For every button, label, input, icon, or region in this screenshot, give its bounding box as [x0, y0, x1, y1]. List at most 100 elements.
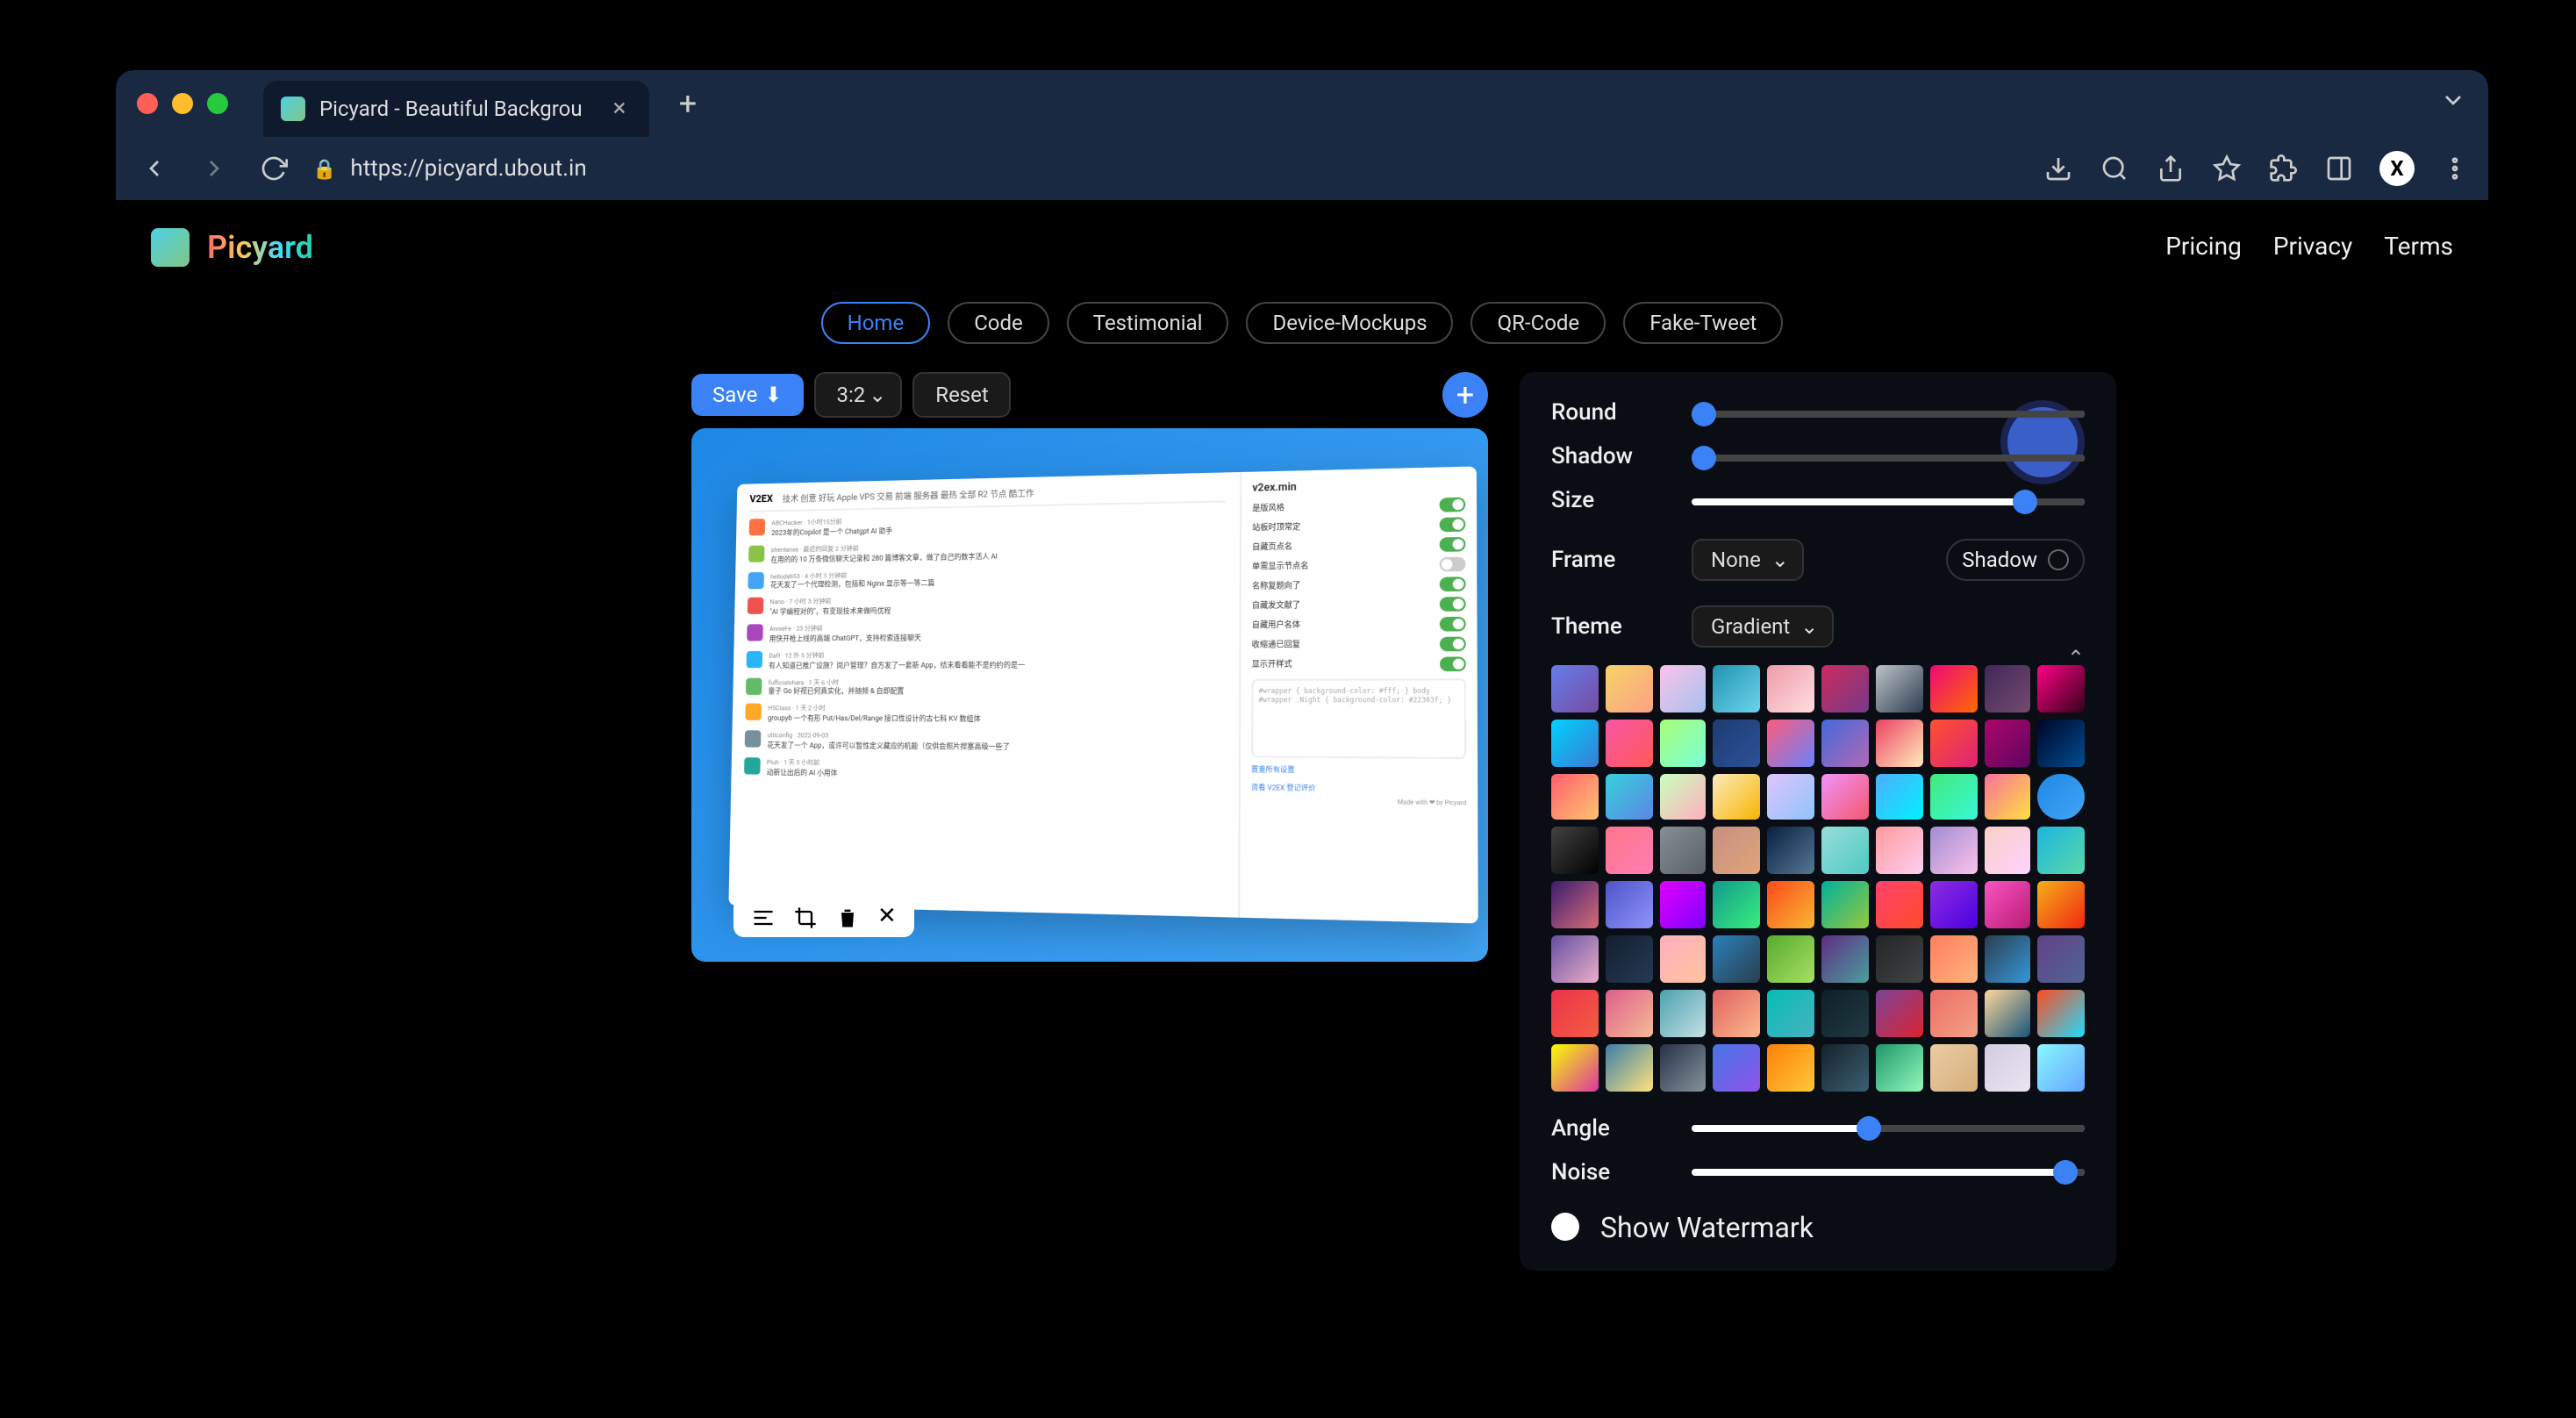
angle-slider[interactable] [1692, 1125, 2085, 1132]
nav-pill-home[interactable]: Home [821, 302, 931, 344]
gradient-swatch[interactable] [1768, 827, 1815, 875]
gradient-swatch[interactable] [1876, 720, 1923, 767]
gradient-swatch[interactable] [2038, 1043, 2086, 1091]
gradient-swatch[interactable] [1714, 882, 1761, 929]
save-button[interactable]: Save ⬇ [691, 374, 803, 416]
browser-tab[interactable]: Picyard - Beautiful Backgrou × [263, 81, 649, 137]
gradient-swatch[interactable] [1659, 935, 1707, 983]
gradient-swatch[interactable] [1929, 665, 1977, 713]
gradient-swatch[interactable] [1876, 882, 1923, 929]
gradient-swatch[interactable] [1984, 827, 2031, 875]
reload-button[interactable] [253, 147, 295, 190]
gradient-swatch[interactable] [1606, 827, 1653, 875]
sidepanel-icon[interactable] [2323, 153, 2355, 184]
gradient-swatch[interactable] [1659, 665, 1707, 713]
gradient-swatch[interactable] [1768, 773, 1815, 820]
gradient-swatch[interactable] [1821, 1043, 1869, 1091]
header-link-privacy[interactable]: Privacy [2273, 233, 2352, 261]
gradient-swatch[interactable] [1768, 990, 1815, 1037]
minimize-window-button[interactable] [172, 93, 193, 114]
gradient-swatch[interactable] [1876, 990, 1923, 1037]
gradient-swatch[interactable] [1551, 773, 1599, 820]
gradient-swatch[interactable] [1984, 720, 2031, 767]
gradient-swatch[interactable] [1821, 827, 1869, 875]
round-slider[interactable] [1692, 410, 2085, 417]
tab-close-button[interactable]: × [607, 97, 632, 121]
gradient-swatch[interactable] [1551, 827, 1599, 875]
gradient-swatch[interactable] [1876, 665, 1923, 713]
share-icon[interactable] [2155, 153, 2186, 184]
gradient-swatch[interactable] [1876, 773, 1923, 820]
gradient-swatch[interactable] [1606, 720, 1653, 767]
aspect-ratio-select[interactable]: 3:2 [813, 372, 902, 418]
gradient-swatch[interactable] [1821, 773, 1869, 820]
gradient-swatch[interactable] [1606, 773, 1653, 820]
watermark-toggle[interactable]: Show Watermark [1551, 1210, 2085, 1243]
gradient-swatch[interactable] [1929, 773, 1977, 820]
gradient-swatch[interactable] [1984, 990, 2031, 1037]
profile-avatar[interactable]: X [2379, 151, 2415, 186]
gradient-swatch[interactable] [1606, 665, 1653, 713]
gradient-swatch[interactable] [1551, 720, 1599, 767]
gradient-swatch[interactable] [2038, 720, 2086, 767]
preview-canvas[interactable]: V2EX 技术 创意 好玩 Apple VPS 交易 前端 服务器 最热 全部 … [691, 428, 1488, 962]
extensions-icon[interactable] [2267, 153, 2299, 184]
gradient-swatch[interactable] [1768, 665, 1815, 713]
gradient-swatch[interactable] [1714, 827, 1761, 875]
gradient-swatch[interactable] [1659, 720, 1707, 767]
nav-pill-device-mockups[interactable]: Device-Mockups [1246, 302, 1453, 344]
shadow-toggle[interactable]: Shadow [1946, 539, 2085, 581]
header-link-terms[interactable]: Terms [2384, 233, 2453, 261]
gradient-swatch[interactable] [2038, 665, 2086, 713]
theme-select[interactable]: Gradient [1692, 605, 1834, 648]
gradient-swatch[interactable] [1821, 665, 1869, 713]
gradient-swatch[interactable] [1984, 935, 2031, 983]
gradient-swatch[interactable] [1606, 935, 1653, 983]
gradient-swatch[interactable] [1768, 720, 1815, 767]
reset-button[interactable]: Reset [912, 372, 1012, 418]
gradient-swatch[interactable] [2038, 773, 2086, 820]
gradient-swatch[interactable] [2038, 827, 2086, 875]
nav-pill-fake-tweet[interactable]: Fake-Tweet [1623, 302, 1783, 344]
gradient-swatch[interactable] [1714, 1043, 1761, 1091]
gradient-swatch[interactable] [1929, 827, 1977, 875]
maximize-window-button[interactable] [207, 93, 228, 114]
close-tool-icon[interactable]: ✕ [877, 904, 897, 930]
gradient-swatch[interactable] [1768, 935, 1815, 983]
gradient-swatch[interactable] [1821, 935, 1869, 983]
gradient-swatch[interactable] [1821, 990, 1869, 1037]
gradient-swatch[interactable] [1659, 773, 1707, 820]
gradient-swatch[interactable] [1714, 935, 1761, 983]
nav-pill-testimonial[interactable]: Testimonial [1067, 302, 1229, 344]
gradient-swatch[interactable] [1659, 1043, 1707, 1091]
gradient-swatch[interactable] [1929, 1043, 1977, 1091]
close-window-button[interactable] [137, 93, 158, 114]
gradient-swatch[interactable] [1768, 882, 1815, 929]
gradient-swatch[interactable] [1714, 665, 1761, 713]
zoom-icon[interactable] [2099, 153, 2130, 184]
crop-icon[interactable] [793, 905, 818, 929]
gradient-swatch[interactable] [1821, 720, 1869, 767]
url-field[interactable]: 🔒 https://picyard.ubout.in [312, 155, 2025, 182]
gradient-swatch[interactable] [1876, 935, 1923, 983]
gradient-swatch[interactable] [1821, 882, 1869, 929]
gradient-swatch[interactable] [1929, 720, 1977, 767]
gradient-swatch[interactable] [1551, 990, 1599, 1037]
gradient-swatch[interactable] [1929, 935, 1977, 983]
gradient-swatch[interactable] [1929, 882, 1977, 929]
gradient-swatch[interactable] [1984, 665, 2031, 713]
bookmark-icon[interactable] [2211, 153, 2243, 184]
download-icon[interactable] [2043, 153, 2074, 184]
add-button[interactable]: + [1442, 372, 1488, 418]
menu-icon[interactable] [2439, 153, 2471, 184]
gradient-swatch[interactable] [1714, 720, 1761, 767]
forward-button[interactable] [193, 147, 235, 190]
gradient-swatch[interactable] [1984, 773, 2031, 820]
size-slider[interactable] [1692, 498, 2085, 505]
new-tab-button[interactable]: + [663, 79, 712, 128]
gradient-swatch[interactable] [1984, 1043, 2031, 1091]
gradient-swatch[interactable] [1551, 882, 1599, 929]
gradient-swatch[interactable] [2038, 935, 2086, 983]
gradient-swatch[interactable] [2038, 990, 2086, 1037]
nav-pill-code[interactable]: Code [948, 302, 1049, 344]
